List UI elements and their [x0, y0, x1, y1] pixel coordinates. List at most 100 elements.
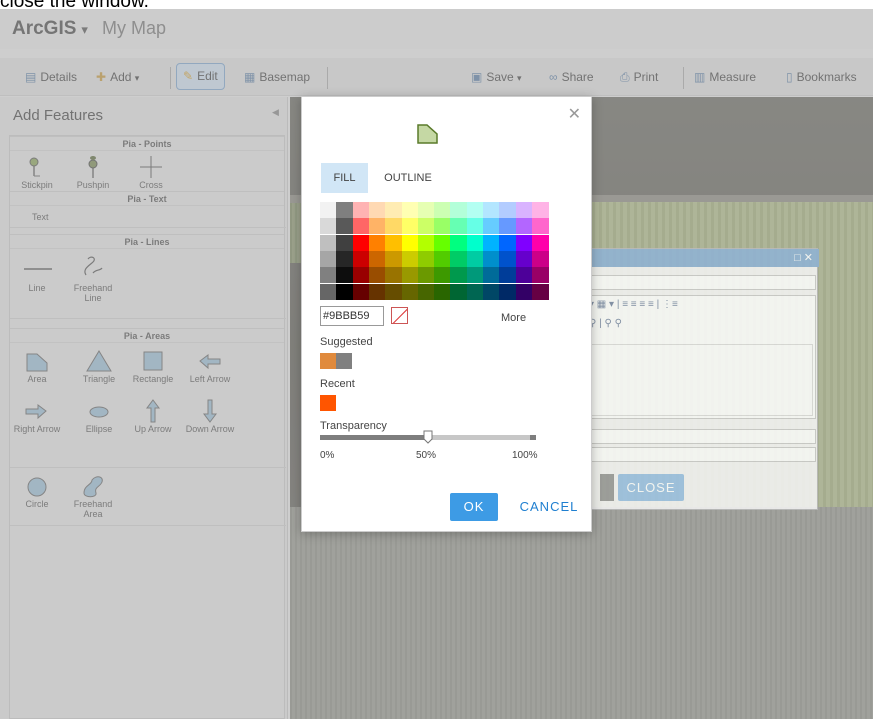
hex-color-input[interactable]: #9BBB59	[320, 306, 384, 326]
color-swatch[interactable]	[417, 234, 435, 251]
color-swatch[interactable]	[450, 218, 468, 235]
color-swatch[interactable]	[499, 267, 517, 284]
color-swatch[interactable]	[385, 202, 403, 218]
color-swatch[interactable]	[417, 267, 435, 284]
color-swatch[interactable]	[483, 283, 500, 300]
color-swatch[interactable]	[531, 202, 549, 218]
more-colors-link[interactable]: More	[501, 312, 526, 324]
color-swatch[interactable]	[336, 267, 354, 284]
color-swatch[interactable]	[401, 218, 419, 235]
color-swatch[interactable]	[417, 283, 435, 300]
suggested-swatch[interactable]	[336, 353, 352, 369]
color-swatch[interactable]	[450, 250, 468, 267]
popup-ok-button[interactable]	[600, 474, 614, 501]
color-swatch[interactable]	[336, 218, 354, 235]
color-swatch[interactable]	[434, 202, 452, 218]
slider-handle[interactable]	[423, 430, 433, 444]
color-swatch[interactable]	[336, 234, 354, 251]
cancel-button[interactable]: CANCEL	[518, 493, 580, 521]
color-swatch[interactable]	[385, 250, 403, 267]
color-swatch[interactable]	[320, 218, 337, 235]
color-swatch[interactable]	[336, 250, 354, 267]
color-swatch[interactable]	[450, 267, 468, 284]
color-swatch[interactable]	[434, 234, 452, 251]
popup-close-button[interactable]: CLOSE	[618, 474, 684, 501]
color-swatch[interactable]	[466, 250, 484, 267]
color-swatch[interactable]	[320, 283, 337, 300]
color-swatch[interactable]	[466, 283, 484, 300]
maximize-icon[interactable]: □	[794, 252, 801, 264]
color-swatch[interactable]	[515, 267, 533, 284]
close-icon[interactable]: ✕	[568, 104, 581, 124]
color-swatch[interactable]	[515, 234, 533, 251]
color-swatch[interactable]	[450, 202, 468, 218]
color-swatch[interactable]	[352, 202, 370, 218]
popup-title-field[interactable]	[584, 275, 816, 290]
color-swatch[interactable]	[434, 218, 452, 235]
color-swatch[interactable]	[466, 234, 484, 251]
color-swatch[interactable]	[352, 267, 370, 284]
color-swatch[interactable]	[417, 250, 435, 267]
color-swatch[interactable]	[401, 283, 419, 300]
color-swatch[interactable]	[499, 234, 517, 251]
color-swatch[interactable]	[515, 283, 533, 300]
color-swatch[interactable]	[401, 267, 419, 284]
color-swatch[interactable]	[368, 250, 386, 267]
color-swatch[interactable]	[483, 202, 500, 218]
color-swatch[interactable]	[320, 267, 337, 284]
close-icon[interactable]: ✕	[804, 252, 813, 264]
color-swatch[interactable]	[450, 234, 468, 251]
color-swatch[interactable]	[483, 267, 500, 284]
color-swatch[interactable]	[483, 218, 500, 235]
recent-swatch[interactable]	[320, 395, 336, 411]
color-swatch[interactable]	[336, 202, 354, 218]
editor-text-area[interactable]	[587, 344, 813, 416]
color-swatch[interactable]	[368, 234, 386, 251]
color-swatch[interactable]	[385, 218, 403, 235]
color-swatch[interactable]	[515, 218, 533, 235]
color-swatch[interactable]	[336, 283, 354, 300]
color-swatch[interactable]	[352, 283, 370, 300]
color-swatch[interactable]	[401, 202, 419, 218]
no-color-icon[interactable]	[391, 307, 408, 324]
color-swatch[interactable]	[515, 202, 533, 218]
suggested-swatch[interactable]	[320, 353, 336, 369]
color-swatch[interactable]	[499, 202, 517, 218]
color-swatch[interactable]	[401, 250, 419, 267]
color-swatch[interactable]	[531, 250, 549, 267]
tab-outline[interactable]: OUTLINE	[376, 163, 440, 193]
color-swatch[interactable]	[466, 202, 484, 218]
tab-fill[interactable]: FILL	[321, 163, 368, 193]
color-swatch[interactable]	[531, 267, 549, 284]
color-swatch[interactable]	[515, 250, 533, 267]
color-swatch[interactable]	[401, 234, 419, 251]
color-swatch[interactable]	[466, 267, 484, 284]
color-swatch[interactable]	[320, 234, 337, 251]
color-swatch[interactable]	[531, 283, 549, 300]
color-swatch[interactable]	[368, 283, 386, 300]
color-swatch[interactable]	[434, 250, 452, 267]
color-swatch[interactable]	[434, 267, 452, 284]
color-swatch[interactable]	[531, 234, 549, 251]
color-swatch[interactable]	[450, 283, 468, 300]
color-swatch[interactable]	[352, 218, 370, 235]
color-swatch[interactable]	[417, 202, 435, 218]
color-swatch[interactable]	[320, 202, 337, 218]
color-swatch[interactable]	[483, 250, 500, 267]
color-swatch[interactable]	[499, 250, 517, 267]
color-swatch[interactable]	[368, 202, 386, 218]
color-swatch[interactable]	[352, 250, 370, 267]
popup-description-editor[interactable]: ▾ ▦ ▾ | ≡ ≡ ≡ ≡ | ⋮≡ ⚲ | ⚲ ⚲	[584, 295, 816, 419]
color-swatch[interactable]	[434, 283, 452, 300]
color-swatch[interactable]	[385, 234, 403, 251]
ok-button[interactable]: OK	[450, 493, 498, 521]
color-swatch[interactable]	[531, 218, 549, 235]
popup-field[interactable]	[584, 447, 816, 462]
color-swatch[interactable]	[499, 218, 517, 235]
color-swatch[interactable]	[466, 218, 484, 235]
color-swatch[interactable]	[417, 218, 435, 235]
popup-field[interactable]	[584, 429, 816, 444]
color-swatch[interactable]	[368, 218, 386, 235]
color-swatch[interactable]	[368, 267, 386, 284]
color-swatch[interactable]	[320, 250, 337, 267]
